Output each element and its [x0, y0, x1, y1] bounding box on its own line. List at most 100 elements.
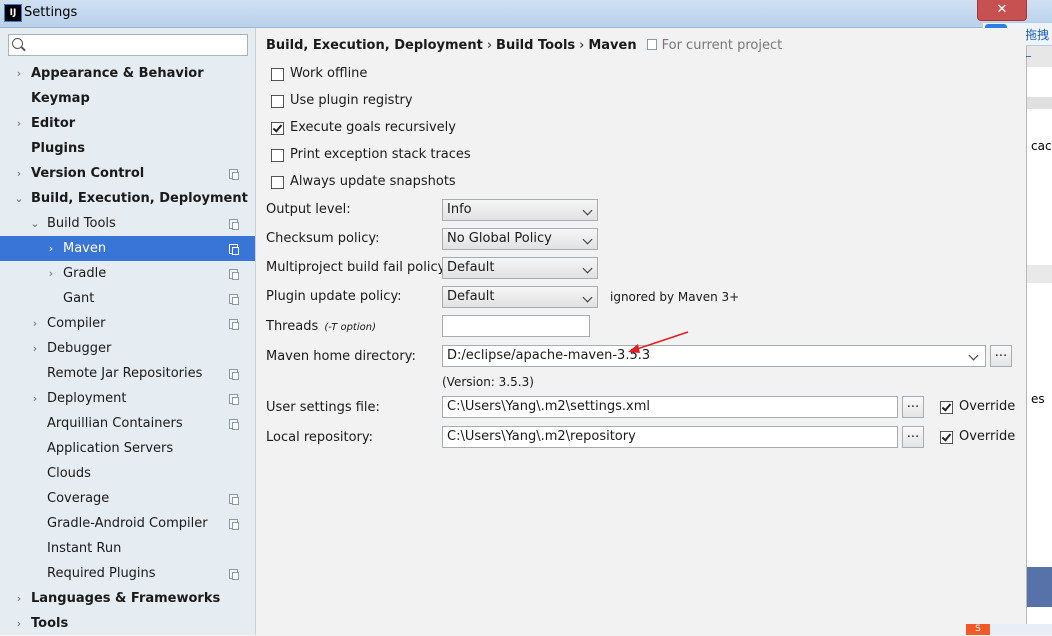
- search-box[interactable]: [8, 34, 248, 56]
- sidebar-item[interactable]: Required Plugins: [0, 561, 255, 586]
- breadcrumb-item[interactable]: Build Tools: [496, 38, 575, 53]
- output-level-label: Output level:: [266, 202, 351, 217]
- chevron-right-icon[interactable]: ›: [29, 311, 41, 336]
- chevron-down-icon: [582, 292, 593, 303]
- sidebar-item-label: Arquillian Containers: [47, 416, 183, 431]
- scope-label: For current project: [661, 38, 783, 53]
- project-scope-icon: [646, 39, 657, 50]
- checksum-policy-value: No Global Policy: [447, 231, 552, 246]
- chevron-right-icon[interactable]: ›: [13, 111, 25, 136]
- sidebar-item-label: Deployment: [47, 391, 127, 406]
- sidebar-item[interactable]: Arquillian Containers: [0, 411, 255, 436]
- chevron-down-icon[interactable]: ⌄: [29, 211, 41, 236]
- user-settings-input[interactable]: C:\Users\Yang\.m2\settings.xml: [442, 396, 898, 418]
- print-exception-checkbox[interactable]: [271, 149, 284, 162]
- plugin-update-select[interactable]: Default: [442, 286, 598, 308]
- maven-home-browse-button[interactable]: ...: [990, 345, 1012, 367]
- sidebar-item[interactable]: › Debugger: [0, 336, 255, 361]
- background-text: cach: [1031, 139, 1052, 153]
- chevron-right-icon[interactable]: ›: [29, 386, 41, 411]
- sidebar-item[interactable]: › Gradle: [0, 261, 255, 286]
- output-level-select[interactable]: Info: [442, 199, 598, 221]
- sidebar-item-label: Gradle-Android Compiler: [47, 516, 208, 531]
- local-repository-input[interactable]: C:\Users\Yang\.m2\repository: [442, 426, 898, 448]
- chevron-right-icon[interactable]: ›: [13, 61, 25, 86]
- search-icon: [12, 38, 23, 49]
- breadcrumb-separator: ›: [486, 38, 493, 53]
- work-offline-checkbox[interactable]: [271, 68, 284, 81]
- sidebar-item[interactable]: Clouds: [0, 461, 255, 486]
- threads-input[interactable]: [442, 315, 590, 337]
- maven-version-label: (Version: 3.5.3): [442, 375, 534, 389]
- project-scope-icon: [229, 569, 239, 580]
- sidebar-item[interactable]: Gradle-Android Compiler: [0, 511, 255, 536]
- sidebar-item[interactable]: Remote Jar Repositories: [0, 361, 255, 386]
- breadcrumb-current: Maven: [588, 38, 637, 53]
- sidebar-item[interactable]: › Version Control: [0, 161, 255, 186]
- sidebar-item-label: Appearance & Behavior: [31, 66, 204, 81]
- sidebar-item[interactable]: Plugins: [0, 136, 255, 161]
- close-button[interactable]: ✕: [977, 0, 1027, 21]
- chevron-down-icon[interactable]: ⌄: [13, 186, 25, 211]
- sidebar-item-label: Tools: [31, 616, 69, 631]
- maven-home-label: Maven home directory:: [266, 349, 416, 364]
- sidebar-item[interactable]: Coverage: [0, 486, 255, 511]
- chevron-right-icon[interactable]: ›: [45, 261, 57, 286]
- window-title: Settings: [24, 5, 78, 20]
- background-text: es: [1031, 392, 1045, 406]
- sidebar-item[interactable]: Instant Run: [0, 536, 255, 561]
- local-repository-override-label: Override: [959, 429, 1016, 444]
- cloud-widget-label: 拖拽_: [1025, 28, 1050, 57]
- sidebar-item[interactable]: › Maven: [0, 236, 255, 261]
- work-offline-label: Work offline: [290, 66, 368, 81]
- sidebar-item[interactable]: › Languages & Frameworks: [0, 586, 255, 611]
- project-scope-icon: [229, 494, 239, 505]
- input-method-icon[interactable]: S: [966, 624, 990, 635]
- sidebar-item-label: Coverage: [47, 491, 110, 506]
- chevron-right-icon[interactable]: ›: [29, 336, 41, 361]
- chevron-right-icon[interactable]: ›: [45, 236, 57, 261]
- chevron-down-icon[interactable]: [968, 350, 979, 361]
- sidebar-item[interactable]: ⌄ Build, Execution, Deployment: [0, 186, 255, 211]
- multiproject-fail-label: Multiproject build fail policy:: [266, 260, 449, 275]
- sidebar-item[interactable]: › Compiler: [0, 311, 255, 336]
- search-input[interactable]: [27, 36, 246, 56]
- project-scope-icon: [229, 219, 239, 230]
- use-plugin-registry-checkbox[interactable]: [271, 95, 284, 108]
- checksum-policy-select[interactable]: No Global Policy: [442, 228, 598, 250]
- chevron-right-icon[interactable]: ›: [13, 161, 25, 186]
- always-update-checkbox[interactable]: [271, 176, 284, 189]
- user-settings-override-checkbox[interactable]: [940, 401, 953, 414]
- sidebar-item[interactable]: Keymap: [0, 86, 255, 111]
- breadcrumb-item[interactable]: Build, Execution, Deployment: [266, 38, 483, 53]
- maven-settings-panel: Build, Execution, Deployment › Build Tools…: [256, 28, 1026, 635]
- background-row: [1027, 265, 1052, 283]
- execute-goals-checkbox[interactable]: [271, 122, 284, 135]
- sidebar-item-label: Instant Run: [47, 541, 122, 556]
- sidebar-item-label: Languages & Frameworks: [31, 591, 221, 606]
- sidebar-item[interactable]: ⌄ Build Tools: [0, 211, 255, 236]
- sidebar-item[interactable]: Gant: [0, 286, 255, 311]
- sidebar-item[interactable]: Application Servers: [0, 436, 255, 461]
- project-scope-icon: [229, 394, 239, 405]
- user-settings-value: C:\Users\Yang\.m2\settings.xml: [447, 399, 650, 414]
- local-repository-browse-button[interactable]: ...: [902, 426, 924, 448]
- sidebar-item[interactable]: › Deployment: [0, 386, 255, 411]
- chevron-right-icon[interactable]: ›: [13, 586, 25, 611]
- sidebar-item[interactable]: › Tools: [0, 611, 255, 636]
- settings-sidebar: › Appearance & Behavior Keymap › Editor Plugi…: [0, 28, 256, 635]
- checksum-policy-label: Checksum policy:: [266, 231, 380, 246]
- sidebar-item-label: Plugins: [31, 141, 85, 156]
- plugin-update-note: ignored by Maven 3+: [610, 290, 740, 304]
- taskbar-tray: S: [966, 624, 1052, 635]
- sidebar-item-label: Clouds: [47, 466, 91, 481]
- background-row: [1027, 97, 1052, 109]
- breadcrumb: Build, Execution, Deployment › Build Tools…: [266, 38, 782, 53]
- chevron-right-icon[interactable]: ›: [13, 611, 25, 636]
- sidebar-item[interactable]: › Appearance & Behavior: [0, 61, 255, 86]
- maven-home-combo[interactable]: D:/eclipse/apache-maven-3.5.3: [442, 345, 986, 367]
- sidebar-item[interactable]: › Editor: [0, 111, 255, 136]
- user-settings-browse-button[interactable]: ...: [902, 396, 924, 418]
- local-repository-override-checkbox[interactable]: [940, 431, 953, 444]
- multiproject-fail-select[interactable]: Default: [442, 257, 598, 279]
